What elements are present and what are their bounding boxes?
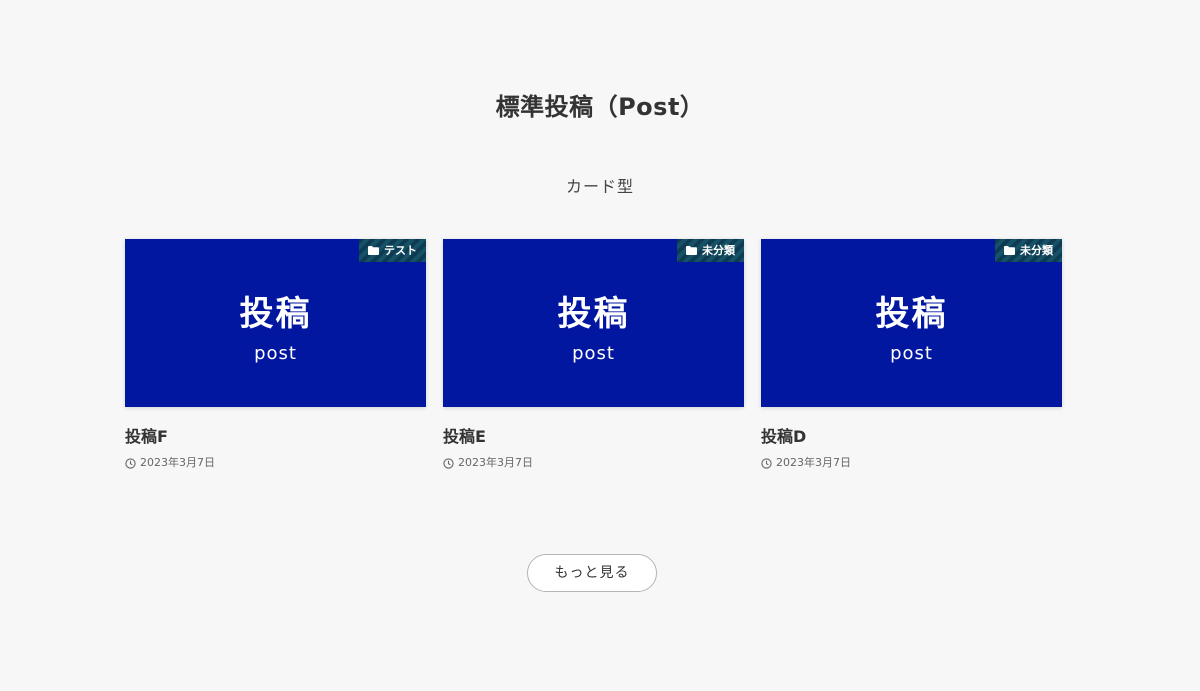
post-card[interactable]: 投稿 post テスト 投稿F 2023年3月7日	[125, 239, 426, 470]
section-subtitle: カード型	[565, 177, 634, 196]
post-card[interactable]: 投稿 post 未分類 投稿E 2023年3月7日	[443, 239, 744, 470]
folder-icon	[1004, 246, 1015, 255]
post-card[interactable]: 投稿 post 未分類 投稿D 2023年3月7日	[761, 239, 1062, 470]
clock-icon	[125, 457, 136, 469]
category-label: 未分類	[1020, 244, 1053, 257]
folder-icon	[368, 246, 379, 255]
post-card-list: 投稿 post テスト 投稿F 2023年3月7日 投稿 post 未分類 投稿…	[125, 239, 1062, 470]
category-badge[interactable]: 未分類	[677, 239, 744, 262]
post-title[interactable]: 投稿E	[443, 427, 744, 447]
more-button[interactable]: もっと見る	[527, 554, 657, 592]
post-thumbnail[interactable]: 投稿 post 未分類	[443, 239, 744, 407]
post-date-text: 2023年3月7日	[776, 456, 851, 469]
category-badge[interactable]: 未分類	[995, 239, 1062, 262]
post-date: 2023年3月7日	[761, 456, 1062, 470]
page: 標準投稿（Post） カード型 投稿 post テスト 投稿F 2023年3月7	[0, 0, 1200, 691]
thumbnail-sub-text: post	[254, 343, 297, 364]
category-badge[interactable]: テスト	[359, 239, 426, 262]
post-thumbnail[interactable]: 投稿 post テスト	[125, 239, 426, 407]
section-title: 標準投稿（Post）	[495, 93, 705, 121]
post-thumbnail[interactable]: 投稿 post 未分類	[761, 239, 1062, 407]
folder-icon	[686, 246, 697, 255]
thumbnail-main-text: 投稿	[239, 294, 312, 334]
thumbnail-main-text: 投稿	[557, 294, 630, 334]
post-title[interactable]: 投稿D	[761, 427, 1062, 447]
post-date: 2023年3月7日	[443, 456, 744, 470]
post-title[interactable]: 投稿F	[125, 427, 426, 447]
post-date-text: 2023年3月7日	[458, 456, 533, 469]
thumbnail-sub-text: post	[890, 343, 933, 364]
post-date-text: 2023年3月7日	[140, 456, 215, 469]
thumbnail-sub-text: post	[572, 343, 615, 364]
post-date: 2023年3月7日	[125, 456, 426, 470]
clock-icon	[443, 457, 454, 469]
category-label: テスト	[384, 244, 417, 257]
category-label: 未分類	[702, 244, 735, 257]
clock-icon	[761, 457, 772, 469]
thumbnail-main-text: 投稿	[875, 294, 948, 334]
